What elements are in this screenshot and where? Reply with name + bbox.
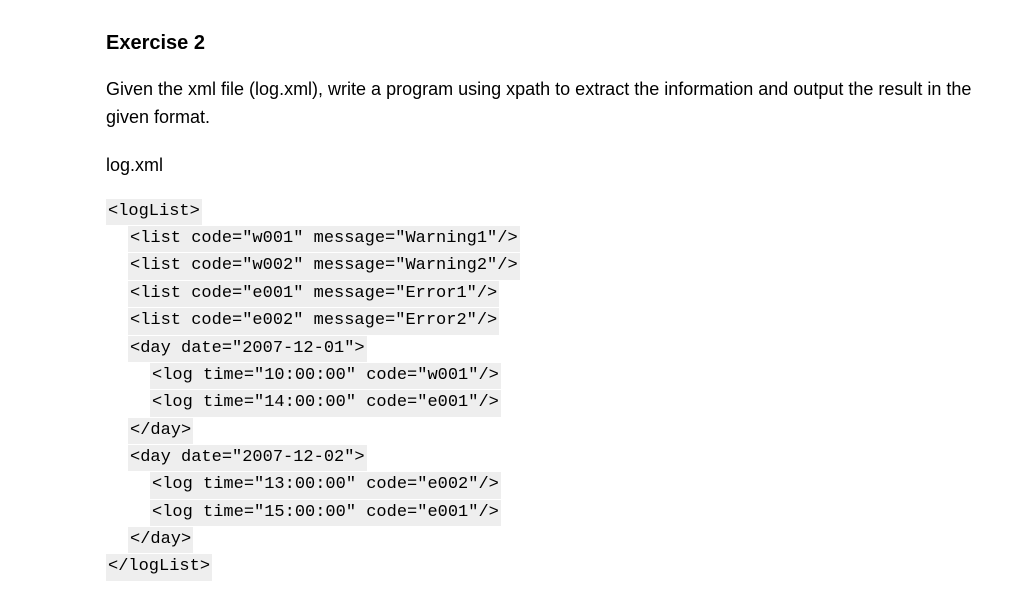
code-line: <log time="15:00:00" code="e001"/> [150, 500, 501, 526]
code-line: <log time="13:00:00" code="e002"/> [150, 472, 501, 498]
code-line: <list code="w002" message="Warning2"/> [128, 253, 520, 279]
exercise-description: Given the xml file (log.xml), write a pr… [106, 76, 1006, 132]
code-line: <list code="e001" message="Error1"/> [128, 281, 499, 307]
code-line: </logList> [106, 554, 212, 580]
code-line: <day date="2007-12-02"> [128, 445, 367, 471]
exercise-document: Exercise 2 Given the xml file (log.xml),… [0, 28, 1024, 582]
code-line: <list code="w001" message="Warning1"/> [128, 226, 520, 252]
code-line: <day date="2007-12-01"> [128, 336, 367, 362]
code-line: <list code="e002" message="Error2"/> [128, 308, 499, 334]
code-block: <logList><list code="w001" message="Warn… [106, 199, 1006, 582]
code-line: <logList> [106, 199, 202, 225]
code-line: <log time="10:00:00" code="w001"/> [150, 363, 501, 389]
filename-label: log.xml [106, 152, 1006, 179]
code-line: </day> [128, 527, 193, 553]
code-line: </day> [128, 418, 193, 444]
code-line: <log time="14:00:00" code="e001"/> [150, 390, 501, 416]
exercise-heading: Exercise 2 [106, 28, 1006, 58]
